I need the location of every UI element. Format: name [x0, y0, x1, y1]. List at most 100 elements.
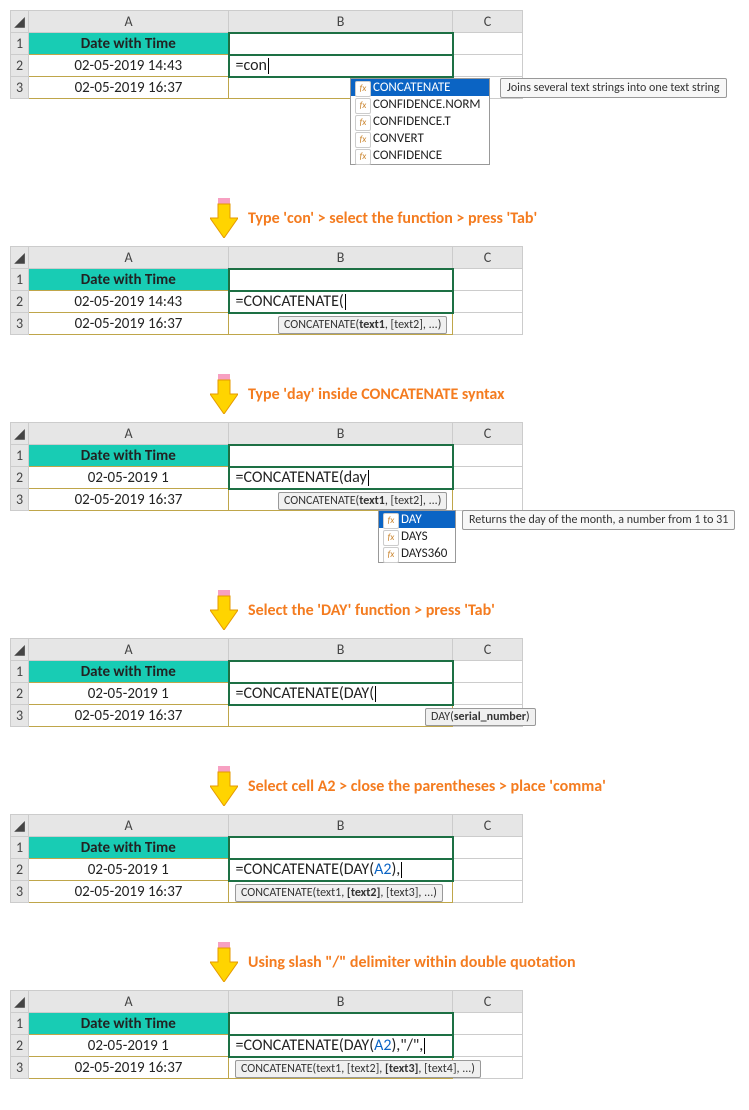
row-header-1[interactable]: 1 [11, 837, 29, 859]
row-header-2[interactable]: 2 [11, 55, 29, 77]
cell-B1[interactable] [229, 33, 453, 55]
col-header-A[interactable]: A [29, 991, 229, 1013]
cell-A2[interactable]: 02-05-2019 1 [29, 859, 229, 881]
cell-A1[interactable]: Date with Time [29, 33, 229, 55]
row-header-3[interactable]: 3 [11, 77, 29, 99]
suggest-item[interactable]: fxCONFIDENCE.T [351, 113, 489, 130]
formula-suggest-dropdown[interactable]: fxCONCATENATE fxCONFIDENCE.NORM fxCONFID… [350, 78, 490, 165]
syntax-tooltip[interactable]: CONCATENATE(text1, [text2], [text3], [te… [235, 1060, 481, 1078]
col-header-B[interactable]: B [229, 247, 453, 269]
select-all[interactable]: ◢ [11, 639, 29, 661]
cell-C1[interactable] [453, 661, 523, 683]
col-header-C[interactable]: C [453, 991, 523, 1013]
select-all[interactable]: ◢ [11, 11, 29, 33]
col-header-B[interactable]: B [229, 639, 453, 661]
cell-C1[interactable] [453, 837, 523, 859]
cell-B1[interactable] [229, 837, 453, 859]
row-header-1[interactable]: 1 [11, 33, 29, 55]
cell-A1[interactable]: Date with Time [29, 445, 229, 467]
cell-B2[interactable]: =CONCATENATE( [229, 291, 453, 313]
col-header-B[interactable]: B [229, 991, 453, 1013]
suggest-item[interactable]: fxCONFIDENCE.NORM [351, 96, 489, 113]
cell-A3[interactable]: 02-05-2019 16:37 [29, 489, 229, 511]
cell-B1[interactable] [229, 445, 453, 467]
suggest-item[interactable]: fxDAYS [379, 528, 455, 545]
cell-C2[interactable] [453, 55, 523, 77]
syntax-tooltip[interactable]: CONCATENATE(text1, [text2], [text3], ...… [235, 884, 443, 902]
cell-A1[interactable]: Date with Time [29, 837, 229, 859]
cell-C3[interactable] [453, 313, 523, 335]
col-header-C[interactable]: C [453, 815, 523, 837]
cell-B3[interactable] [229, 705, 453, 727]
row-header-3[interactable]: 3 [11, 489, 29, 511]
cell-A3[interactable]: 02-05-2019 16:37 [29, 705, 229, 727]
row-header-2[interactable]: 2 [11, 291, 29, 313]
cell-A2[interactable]: 02-05-2019 1 [29, 683, 229, 705]
cell-A2[interactable]: 02-05-2019 14:43 [29, 291, 229, 313]
cell-C1[interactable] [453, 33, 523, 55]
cell-C2[interactable] [453, 467, 523, 489]
row-header-3[interactable]: 3 [11, 881, 29, 903]
cell-C2[interactable] [453, 683, 523, 705]
cell-A2[interactable]: 02-05-2019 1 [29, 1035, 229, 1057]
cell-A3[interactable]: 02-05-2019 16:37 [29, 313, 229, 335]
cell-A3[interactable]: 02-05-2019 16:37 [29, 881, 229, 903]
select-all[interactable]: ◢ [11, 991, 29, 1013]
cell-A1[interactable]: Date with Time [29, 269, 229, 291]
row-header-2[interactable]: 2 [11, 683, 29, 705]
cell-C2[interactable] [453, 1035, 523, 1057]
row-header-3[interactable]: 3 [11, 1057, 29, 1079]
suggest-item[interactable]: fxDAY [379, 511, 455, 528]
syntax-text: DAY( [431, 710, 454, 724]
row-header-2[interactable]: 2 [11, 1035, 29, 1057]
cell-B2[interactable]: =CONCATENATE(DAY( [229, 683, 453, 705]
col-header-A[interactable]: A [29, 639, 229, 661]
syntax-tooltip[interactable]: DAY(serial_number) [425, 708, 536, 726]
row-header-3[interactable]: 3 [11, 705, 29, 727]
cell-B2[interactable]: =CONCATENATE(day [229, 467, 453, 489]
col-header-C[interactable]: C [453, 423, 523, 445]
cell-C3[interactable] [453, 881, 523, 903]
row-header-3[interactable]: 3 [11, 313, 29, 335]
cell-C3[interactable] [453, 489, 523, 511]
row-header-2[interactable]: 2 [11, 859, 29, 881]
col-header-A[interactable]: A [29, 815, 229, 837]
syntax-tooltip[interactable]: CONCATENATE(text1, [text2], ...) [278, 492, 447, 510]
cell-C1[interactable] [453, 445, 523, 467]
cell-B1[interactable] [229, 269, 453, 291]
syntax-tooltip[interactable]: CONCATENATE(text1, [text2], ...) [278, 316, 447, 334]
cell-C1[interactable] [453, 269, 523, 291]
row-header-1[interactable]: 1 [11, 445, 29, 467]
cell-A3[interactable]: 02-05-2019 16:37 [29, 1057, 229, 1079]
cell-A1[interactable]: Date with Time [29, 661, 229, 683]
row-header-2[interactable]: 2 [11, 467, 29, 489]
suggest-item[interactable]: fxCONFIDENCE [351, 147, 489, 164]
col-header-A[interactable]: A [29, 423, 229, 445]
cell-A3[interactable]: 02-05-2019 16:37 [29, 77, 229, 99]
cell-B2[interactable]: =con [229, 55, 453, 77]
col-header-B[interactable]: B [229, 11, 453, 33]
cell-B2[interactable]: =CONCATENATE(DAY(A2),"/", [229, 1035, 453, 1057]
cell-A2[interactable]: 02-05-2019 1 [29, 467, 229, 489]
col-header-A[interactable]: A [29, 247, 229, 269]
select-all[interactable]: ◢ [11, 815, 29, 837]
col-header-B[interactable]: B [229, 815, 453, 837]
col-header-A[interactable]: A [29, 11, 229, 33]
col-header-C[interactable]: C [453, 639, 523, 661]
suggest-item[interactable]: fxDAYS360 [379, 545, 455, 562]
suggest-item[interactable]: fxCONVERT [351, 130, 489, 147]
row-header-1[interactable]: 1 [11, 661, 29, 683]
cell-C2[interactable] [453, 291, 523, 313]
col-header-B[interactable]: B [229, 423, 453, 445]
col-header-C[interactable]: C [453, 247, 523, 269]
cell-B2[interactable]: =CONCATENATE(DAY(A2), [229, 859, 453, 881]
suggest-item[interactable]: fxCONCATENATE [351, 79, 489, 96]
formula-suggest-dropdown[interactable]: fxDAY fxDAYS fxDAYS360 [378, 510, 456, 563]
cell-B1[interactable] [229, 661, 453, 683]
select-all[interactable]: ◢ [11, 423, 29, 445]
select-all[interactable]: ◢ [11, 247, 29, 269]
row-header-1[interactable]: 1 [11, 269, 29, 291]
cell-C2[interactable] [453, 859, 523, 881]
cell-A2[interactable]: 02-05-2019 14:43 [29, 55, 229, 77]
col-header-C[interactable]: C [453, 11, 523, 33]
